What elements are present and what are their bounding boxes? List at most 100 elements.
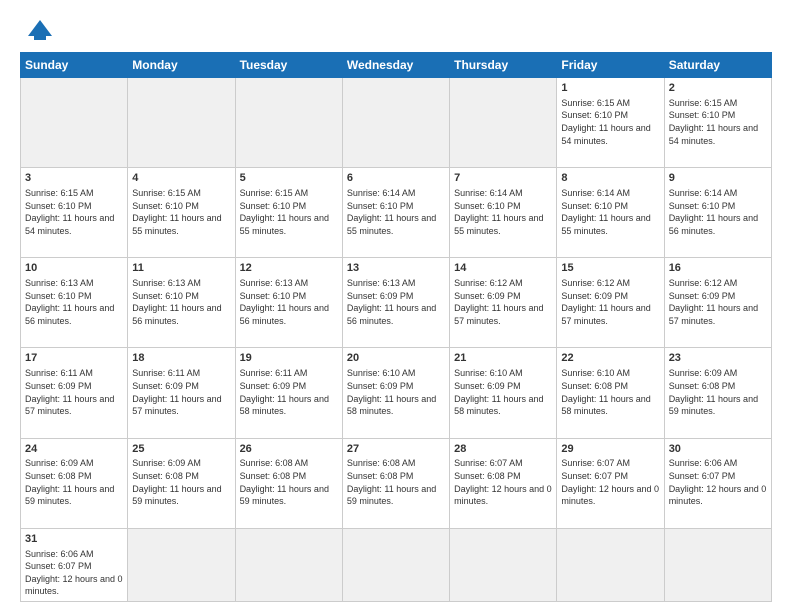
col-wednesday: Wednesday [342, 53, 449, 78]
calendar-cell: 19Sunrise: 6:11 AMSunset: 6:09 PMDayligh… [235, 348, 342, 438]
day-number: 16 [669, 261, 767, 276]
day-number: 2 [669, 81, 767, 96]
calendar-cell: 30Sunrise: 6:06 AMSunset: 6:07 PMDayligh… [664, 438, 771, 528]
logo [20, 16, 54, 44]
day-info: Sunrise: 6:12 AMSunset: 6:09 PMDaylight:… [669, 277, 767, 327]
day-info: Sunrise: 6:11 AMSunset: 6:09 PMDaylight:… [240, 367, 338, 417]
calendar-cell [664, 528, 771, 601]
calendar-cell: 24Sunrise: 6:09 AMSunset: 6:08 PMDayligh… [21, 438, 128, 528]
day-number: 29 [561, 442, 659, 457]
day-info: Sunrise: 6:13 AMSunset: 6:10 PMDaylight:… [132, 277, 230, 327]
day-number: 23 [669, 351, 767, 366]
day-number: 24 [25, 442, 123, 457]
calendar-cell: 7Sunrise: 6:14 AMSunset: 6:10 PMDaylight… [450, 168, 557, 258]
calendar-header-row: Sunday Monday Tuesday Wednesday Thursday… [21, 53, 772, 78]
day-info: Sunrise: 6:08 AMSunset: 6:08 PMDaylight:… [347, 457, 445, 507]
day-number: 7 [454, 171, 552, 186]
calendar-cell: 18Sunrise: 6:11 AMSunset: 6:09 PMDayligh… [128, 348, 235, 438]
day-info: Sunrise: 6:14 AMSunset: 6:10 PMDaylight:… [561, 187, 659, 237]
day-number: 9 [669, 171, 767, 186]
calendar-cell [450, 528, 557, 601]
calendar-cell: 17Sunrise: 6:11 AMSunset: 6:09 PMDayligh… [21, 348, 128, 438]
day-info: Sunrise: 6:14 AMSunset: 6:10 PMDaylight:… [669, 187, 767, 237]
calendar-cell [235, 78, 342, 168]
calendar-cell: 29Sunrise: 6:07 AMSunset: 6:07 PMDayligh… [557, 438, 664, 528]
calendar-table: Sunday Monday Tuesday Wednesday Thursday… [20, 52, 772, 602]
calendar-cell: 23Sunrise: 6:09 AMSunset: 6:08 PMDayligh… [664, 348, 771, 438]
calendar-cell [557, 528, 664, 601]
day-number: 8 [561, 171, 659, 186]
calendar-cell: 13Sunrise: 6:13 AMSunset: 6:09 PMDayligh… [342, 258, 449, 348]
calendar-cell: 4Sunrise: 6:15 AMSunset: 6:10 PMDaylight… [128, 168, 235, 258]
day-number: 12 [240, 261, 338, 276]
calendar-cell: 28Sunrise: 6:07 AMSunset: 6:08 PMDayligh… [450, 438, 557, 528]
day-number: 3 [25, 171, 123, 186]
day-info: Sunrise: 6:09 AMSunset: 6:08 PMDaylight:… [132, 457, 230, 507]
calendar-cell: 26Sunrise: 6:08 AMSunset: 6:08 PMDayligh… [235, 438, 342, 528]
calendar-cell: 3Sunrise: 6:15 AMSunset: 6:10 PMDaylight… [21, 168, 128, 258]
day-number: 27 [347, 442, 445, 457]
day-info: Sunrise: 6:15 AMSunset: 6:10 PMDaylight:… [25, 187, 123, 237]
day-info: Sunrise: 6:10 AMSunset: 6:09 PMDaylight:… [347, 367, 445, 417]
calendar-cell: 8Sunrise: 6:14 AMSunset: 6:10 PMDaylight… [557, 168, 664, 258]
calendar-cell: 25Sunrise: 6:09 AMSunset: 6:08 PMDayligh… [128, 438, 235, 528]
page-header [20, 16, 772, 44]
day-info: Sunrise: 6:07 AMSunset: 6:08 PMDaylight:… [454, 457, 552, 507]
day-info: Sunrise: 6:12 AMSunset: 6:09 PMDaylight:… [454, 277, 552, 327]
calendar-cell: 11Sunrise: 6:13 AMSunset: 6:10 PMDayligh… [128, 258, 235, 348]
day-info: Sunrise: 6:11 AMSunset: 6:09 PMDaylight:… [132, 367, 230, 417]
day-number: 18 [132, 351, 230, 366]
day-info: Sunrise: 6:10 AMSunset: 6:09 PMDaylight:… [454, 367, 552, 417]
day-info: Sunrise: 6:14 AMSunset: 6:10 PMDaylight:… [347, 187, 445, 237]
day-number: 5 [240, 171, 338, 186]
day-number: 19 [240, 351, 338, 366]
calendar-cell [128, 78, 235, 168]
calendar-cell [235, 528, 342, 601]
day-number: 26 [240, 442, 338, 457]
calendar-cell: 20Sunrise: 6:10 AMSunset: 6:09 PMDayligh… [342, 348, 449, 438]
logo-icon [26, 16, 54, 44]
day-number: 28 [454, 442, 552, 457]
day-info: Sunrise: 6:15 AMSunset: 6:10 PMDaylight:… [240, 187, 338, 237]
day-number: 31 [25, 532, 123, 547]
day-info: Sunrise: 6:13 AMSunset: 6:09 PMDaylight:… [347, 277, 445, 327]
day-info: Sunrise: 6:15 AMSunset: 6:10 PMDaylight:… [132, 187, 230, 237]
day-number: 14 [454, 261, 552, 276]
col-saturday: Saturday [664, 53, 771, 78]
calendar-cell: 6Sunrise: 6:14 AMSunset: 6:10 PMDaylight… [342, 168, 449, 258]
day-number: 21 [454, 351, 552, 366]
calendar-cell [21, 78, 128, 168]
day-info: Sunrise: 6:14 AMSunset: 6:10 PMDaylight:… [454, 187, 552, 237]
day-info: Sunrise: 6:07 AMSunset: 6:07 PMDaylight:… [561, 457, 659, 507]
calendar-cell: 12Sunrise: 6:13 AMSunset: 6:10 PMDayligh… [235, 258, 342, 348]
calendar-cell: 2Sunrise: 6:15 AMSunset: 6:10 PMDaylight… [664, 78, 771, 168]
day-info: Sunrise: 6:13 AMSunset: 6:10 PMDaylight:… [240, 277, 338, 327]
day-number: 6 [347, 171, 445, 186]
day-info: Sunrise: 6:09 AMSunset: 6:08 PMDaylight:… [669, 367, 767, 417]
calendar-cell: 27Sunrise: 6:08 AMSunset: 6:08 PMDayligh… [342, 438, 449, 528]
calendar-cell: 5Sunrise: 6:15 AMSunset: 6:10 PMDaylight… [235, 168, 342, 258]
calendar-cell [450, 78, 557, 168]
calendar-cell: 1Sunrise: 6:15 AMSunset: 6:10 PMDaylight… [557, 78, 664, 168]
day-number: 11 [132, 261, 230, 276]
day-number: 20 [347, 351, 445, 366]
col-friday: Friday [557, 53, 664, 78]
day-number: 15 [561, 261, 659, 276]
calendar-cell [342, 528, 449, 601]
day-info: Sunrise: 6:12 AMSunset: 6:09 PMDaylight:… [561, 277, 659, 327]
calendar-cell [128, 528, 235, 601]
day-info: Sunrise: 6:10 AMSunset: 6:08 PMDaylight:… [561, 367, 659, 417]
col-tuesday: Tuesday [235, 53, 342, 78]
calendar-cell: 22Sunrise: 6:10 AMSunset: 6:08 PMDayligh… [557, 348, 664, 438]
calendar-cell: 10Sunrise: 6:13 AMSunset: 6:10 PMDayligh… [21, 258, 128, 348]
calendar-cell: 15Sunrise: 6:12 AMSunset: 6:09 PMDayligh… [557, 258, 664, 348]
day-number: 1 [561, 81, 659, 96]
calendar-cell: 9Sunrise: 6:14 AMSunset: 6:10 PMDaylight… [664, 168, 771, 258]
day-number: 25 [132, 442, 230, 457]
day-number: 13 [347, 261, 445, 276]
day-number: 22 [561, 351, 659, 366]
day-info: Sunrise: 6:15 AMSunset: 6:10 PMDaylight:… [561, 97, 659, 147]
day-number: 10 [25, 261, 123, 276]
day-number: 30 [669, 442, 767, 457]
calendar-cell: 16Sunrise: 6:12 AMSunset: 6:09 PMDayligh… [664, 258, 771, 348]
